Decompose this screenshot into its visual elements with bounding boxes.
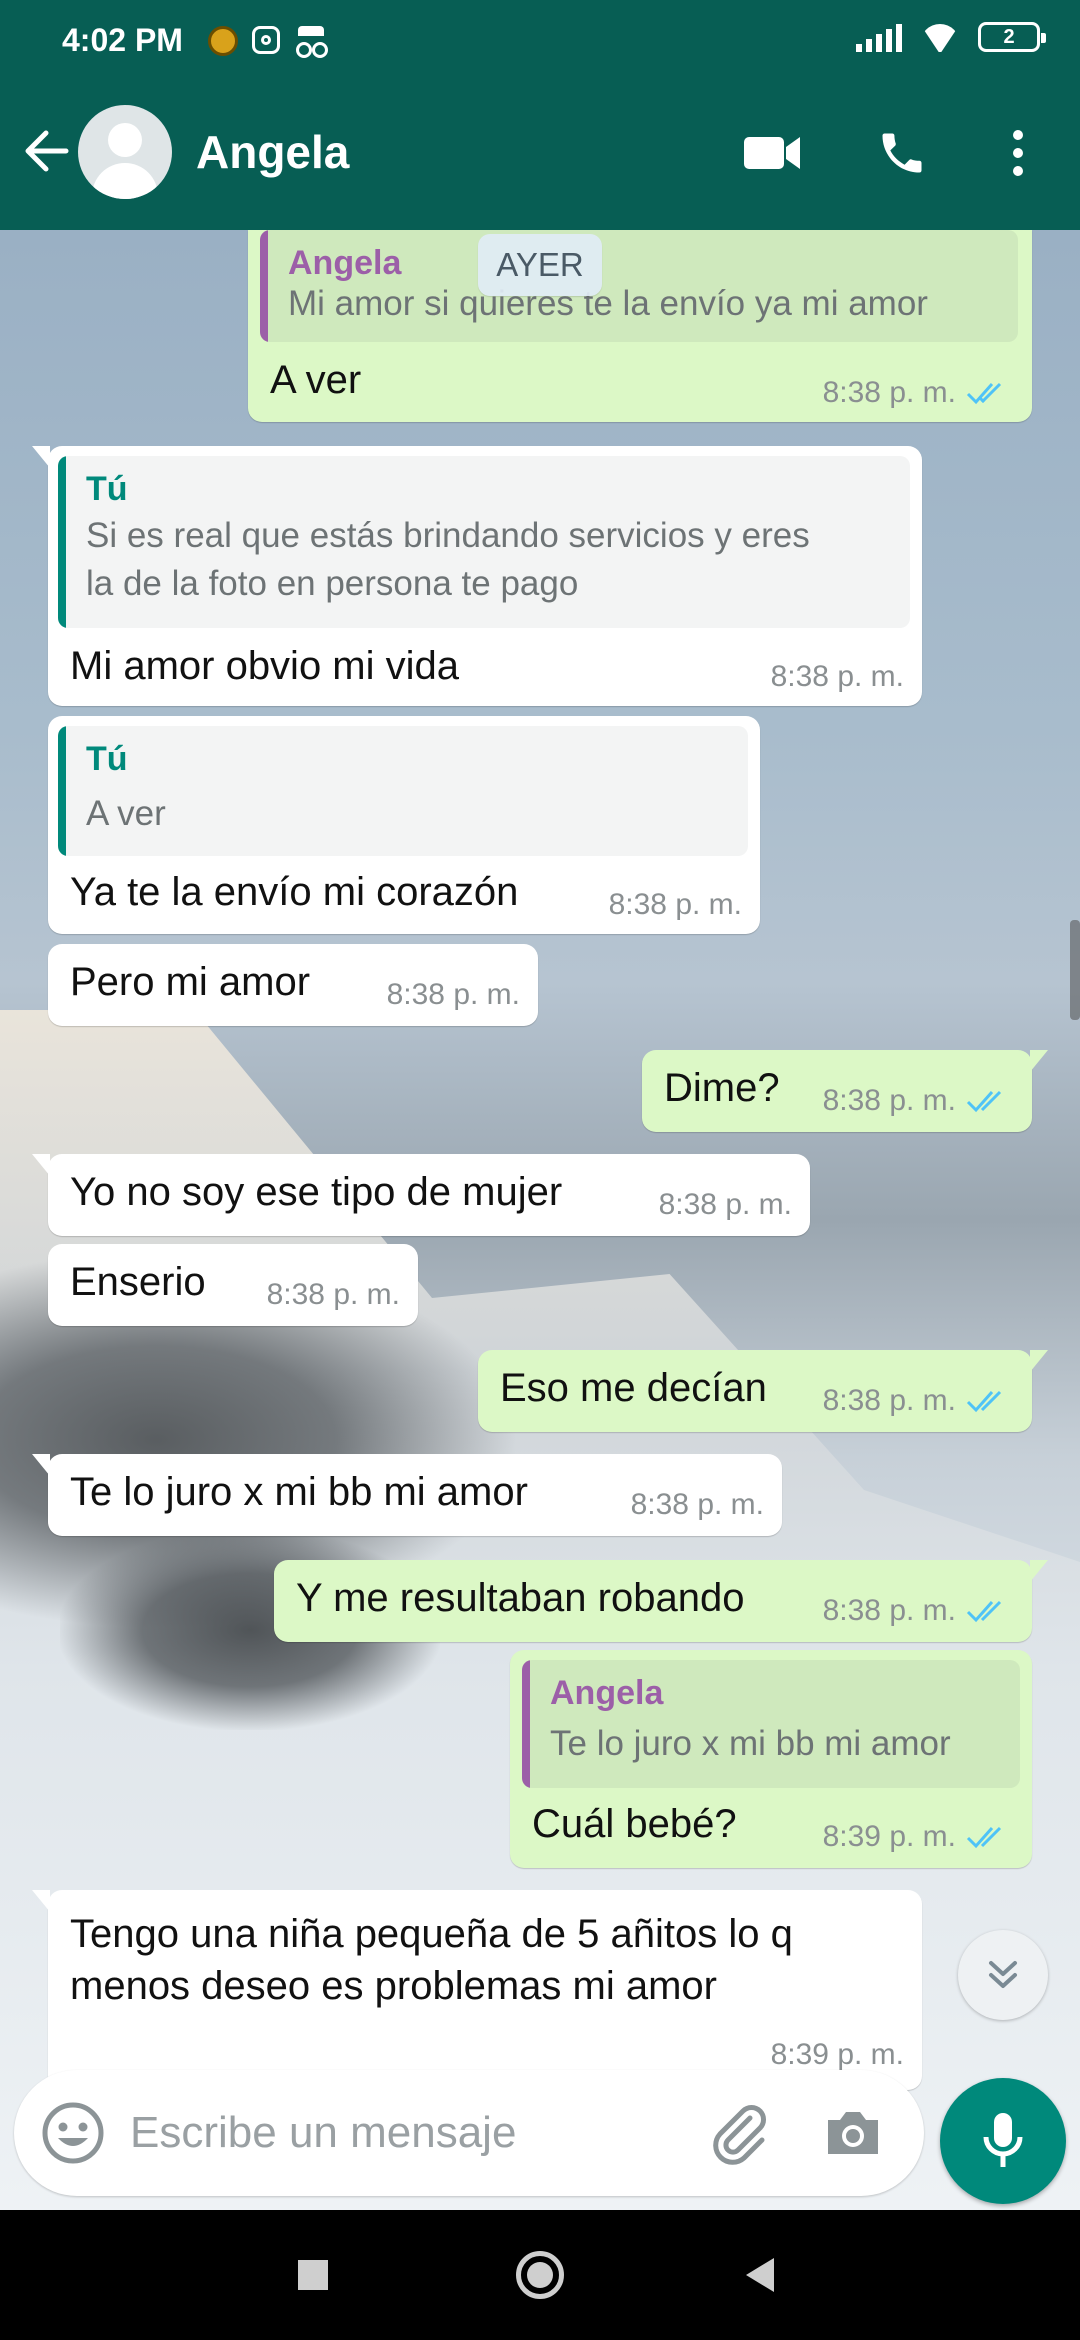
- wifi-icon: [920, 22, 960, 52]
- contact-name[interactable]: Angela: [196, 125, 349, 179]
- quote-author: Tú: [86, 470, 128, 508]
- message-text: Pero mi amor: [70, 960, 311, 1004]
- message-text: Ya te la envío mi corazón: [70, 870, 519, 914]
- mic-button[interactable]: [940, 2078, 1066, 2204]
- message-text: Eso me decían: [500, 1366, 767, 1410]
- message-time: 8:38 p. m.: [770, 660, 904, 693]
- message-time: 8:38 p. m.: [630, 1488, 764, 1521]
- double-check-icon: [966, 1390, 1002, 1413]
- message-bubble-outgoing[interactable]: Angela Te lo juro x mi bb mi amor Cuál b…: [510, 1650, 1032, 1868]
- back-arrow-icon[interactable]: [18, 121, 74, 181]
- chat-area[interactable]: Angela Mi amor si quieres te la envío ya…: [0, 230, 1080, 2210]
- message-text: Mi amor obvio mi vida: [70, 644, 460, 688]
- chat-header: Angela: [0, 75, 1080, 230]
- avatar[interactable]: [78, 105, 172, 199]
- message-input[interactable]: [130, 2100, 690, 2166]
- message-text: A ver: [270, 358, 362, 402]
- scroll-to-bottom-button[interactable]: [958, 1930, 1048, 2020]
- quote-text: Mi amor si quieres te la envío ya mi amo…: [288, 284, 928, 323]
- system-nav-bar: [0, 2210, 1080, 2340]
- quote-text: A ver: [86, 794, 166, 833]
- message-text: Enserio: [70, 1260, 206, 1304]
- message-bubble-outgoing[interactable]: Angela Mi amor si quieres te la envío ya…: [248, 230, 1032, 422]
- message-bubble-incoming[interactable]: Enserio 8:38 p. m.: [48, 1244, 418, 1326]
- message-bubble-incoming[interactable]: Tú A ver Ya te la envío mi corazón 8:38 …: [48, 716, 760, 934]
- message-time: 8:38 p. m.: [822, 376, 956, 409]
- message-time: 8:38 p. m.: [386, 978, 520, 1011]
- message-composer: [14, 2070, 924, 2196]
- message-bubble-incoming[interactable]: Tengo una niña pequeña de 5 añitos lo q …: [32, 1890, 922, 2090]
- message-text: Y me resultaban robando: [296, 1576, 745, 1620]
- quote-text: Te lo juro x mi bb mi amor: [550, 1724, 951, 1763]
- quote-author: Tú: [86, 740, 128, 778]
- message-time: 8:38 p. m.: [266, 1278, 400, 1311]
- double-check-icon: [966, 382, 1002, 405]
- message-time: 8:39 p. m.: [822, 1820, 956, 1853]
- attach-icon[interactable]: [704, 2098, 774, 2168]
- message-bubble-incoming[interactable]: Pero mi amor 8:38 p. m.: [48, 944, 538, 1026]
- video-call-icon[interactable]: [734, 115, 810, 191]
- message-text: Yo no soy ese tipo de mujer: [70, 1170, 563, 1214]
- signal-icon: [856, 22, 902, 52]
- emoji-icon[interactable]: [40, 2100, 106, 2166]
- status-time: 4:02 PM: [62, 22, 183, 58]
- battery-icon: 2: [978, 22, 1046, 52]
- message-time: 8:38 p. m.: [608, 888, 742, 921]
- message-time: 8:38 p. m.: [658, 1188, 792, 1221]
- message-bubble-incoming[interactable]: Yo no soy ese tipo de mujer 8:38 p. m.: [32, 1154, 810, 1236]
- message-bubble-incoming[interactable]: Tú Si es real que estás brindando servic…: [32, 446, 922, 706]
- quoted-message[interactable]: Tú A ver: [58, 726, 748, 856]
- recents-icon[interactable]: [280, 2242, 346, 2308]
- message-bubble-outgoing[interactable]: Eso me decían 8:38 p. m.: [478, 1350, 1048, 1432]
- message-text-line-1: Tengo una niña pequeña de 5 añitos lo q: [70, 1912, 793, 1956]
- home-icon[interactable]: [507, 2242, 573, 2308]
- double-check-icon: [966, 1600, 1002, 1623]
- incognito-icon: [294, 26, 328, 58]
- message-time: 8:38 p. m.: [822, 1594, 956, 1627]
- quoted-message[interactable]: Angela Mi amor si quieres te la envío ya…: [260, 230, 1018, 342]
- coin-icon: [208, 26, 238, 56]
- phone-icon[interactable]: [864, 115, 940, 191]
- message-text: Dime?: [664, 1066, 780, 1110]
- chevron-double-down-icon: [989, 1961, 1017, 1988]
- quote-author: Angela: [288, 244, 402, 282]
- message-bubble-outgoing[interactable]: Dime? 8:38 p. m.: [642, 1050, 1048, 1132]
- day-separator: AYER: [478, 234, 602, 296]
- status-bar: 4:02 PM 2: [0, 0, 1080, 75]
- back-icon[interactable]: [726, 2242, 792, 2308]
- mic-icon: [983, 2113, 1023, 2167]
- quote-text-line-1: Si es real que estás brindando servicios…: [86, 516, 810, 555]
- message-text: Te lo juro x mi bb mi amor: [70, 1470, 528, 1514]
- instagram-icon: [252, 26, 280, 54]
- scrollbar[interactable]: [1070, 920, 1080, 1020]
- quoted-message[interactable]: Tú Si es real que estás brindando servic…: [58, 456, 910, 628]
- message-bubble-incoming[interactable]: Te lo juro x mi bb mi amor 8:38 p. m.: [32, 1454, 782, 1536]
- quoted-message[interactable]: Angela Te lo juro x mi bb mi amor: [522, 1660, 1020, 1788]
- more-vert-icon[interactable]: [980, 115, 1056, 191]
- message-text-line-2: menos deseo es problemas mi amor: [70, 1964, 717, 2008]
- message-time: 8:38 p. m.: [822, 1084, 956, 1117]
- message-text: Cuál bebé?: [532, 1802, 737, 1846]
- double-check-icon: [966, 1090, 1002, 1113]
- quote-text-line-2: la de la foto en persona te pago: [86, 564, 579, 603]
- quote-author: Angela: [550, 1674, 664, 1712]
- camera-icon[interactable]: [820, 2100, 886, 2166]
- message-bubble-outgoing[interactable]: Y me resultaban robando 8:38 p. m.: [274, 1560, 1048, 1642]
- double-check-icon: [966, 1826, 1002, 1849]
- message-time: 8:39 p. m.: [770, 2038, 904, 2071]
- battery-level: 2: [1003, 25, 1015, 48]
- message-time: 8:38 p. m.: [822, 1384, 956, 1417]
